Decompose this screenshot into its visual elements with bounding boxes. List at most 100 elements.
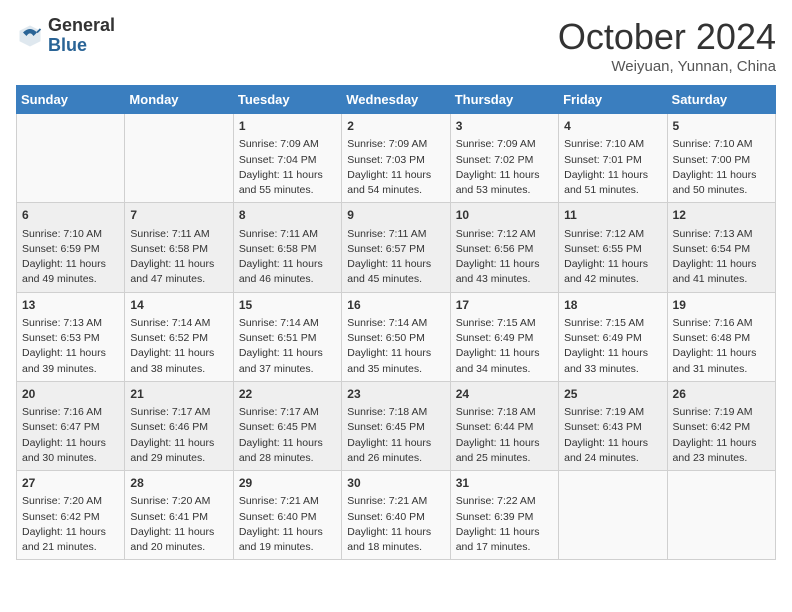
calendar-cell: 27 Sunrise: 7:20 AMSunset: 6:42 PMDayligh…	[17, 471, 125, 560]
calendar-cell: 23 Sunrise: 7:18 AMSunset: 6:45 PMDayligh…	[342, 381, 450, 470]
calendar-week-row: 27 Sunrise: 7:20 AMSunset: 6:42 PMDayligh…	[17, 471, 776, 560]
cell-sun-info: Sunrise: 7:19 AMSunset: 6:43 PMDaylight:…	[564, 405, 661, 466]
calendar-cell: 30 Sunrise: 7:21 AMSunset: 6:40 PMDayligh…	[342, 471, 450, 560]
calendar-cell: 12Sunrise: 7:13 AMSunset: 6:54 PMDayligh…	[667, 203, 775, 292]
cell-sun-info: Sunrise: 7:14 AMSunset: 6:51 PMDaylight:…	[239, 316, 336, 377]
logo: General Blue	[16, 16, 115, 56]
day-number: 14	[130, 297, 227, 314]
calendar-cell: 7Sunrise: 7:11 AMSunset: 6:58 PMDaylight…	[125, 203, 233, 292]
day-number: 12	[673, 207, 770, 224]
day-number: 26	[673, 386, 770, 403]
calendar-cell: 13Sunrise: 7:13 AMSunset: 6:53 PMDayligh…	[17, 292, 125, 381]
cell-sun-info: Sunrise: 7:12 AMSunset: 6:55 PMDaylight:…	[564, 227, 661, 288]
day-number: 25	[564, 386, 661, 403]
day-number: 30	[347, 475, 444, 492]
calendar-week-row: 20 Sunrise: 7:16 AMSunset: 6:47 PMDayligh…	[17, 381, 776, 470]
day-number: 6	[22, 207, 119, 224]
calendar-cell: 5 Sunrise: 7:10 AMSunset: 7:00 PMDaylight…	[667, 114, 775, 203]
cell-sun-info: Sunrise: 7:12 AMSunset: 6:56 PMDaylight:…	[456, 227, 553, 288]
cell-sun-info: Sunrise: 7:22 AMSunset: 6:39 PMDaylight:…	[456, 494, 553, 555]
cell-sun-info: Sunrise: 7:17 AMSunset: 6:45 PMDaylight:…	[239, 405, 336, 466]
calendar-cell: 16 Sunrise: 7:14 AMSunset: 6:50 PMDayligh…	[342, 292, 450, 381]
cell-sun-info: Sunrise: 7:09 AMSunset: 7:02 PMDaylight:…	[456, 137, 553, 198]
calendar-cell: 3 Sunrise: 7:09 AMSunset: 7:02 PMDaylight…	[450, 114, 558, 203]
col-header-thursday: Thursday	[450, 86, 558, 114]
cell-sun-info: Sunrise: 7:21 AMSunset: 6:40 PMDaylight:…	[347, 494, 444, 555]
cell-sun-info: Sunrise: 7:18 AMSunset: 6:44 PMDaylight:…	[456, 405, 553, 466]
cell-sun-info: Sunrise: 7:19 AMSunset: 6:42 PMDaylight:…	[673, 405, 770, 466]
day-number: 28	[130, 475, 227, 492]
logo-text: General Blue	[48, 16, 115, 56]
day-number: 10	[456, 207, 553, 224]
day-number: 2	[347, 118, 444, 135]
day-number: 20	[22, 386, 119, 403]
calendar-cell	[667, 471, 775, 560]
location: Weiyuan, Yunnan, China	[558, 58, 776, 75]
cell-sun-info: Sunrise: 7:16 AMSunset: 6:48 PMDaylight:…	[673, 316, 770, 377]
calendar-cell: 19 Sunrise: 7:16 AMSunset: 6:48 PMDayligh…	[667, 292, 775, 381]
day-number: 19	[673, 297, 770, 314]
day-number: 23	[347, 386, 444, 403]
calendar-cell: 14Sunrise: 7:14 AMSunset: 6:52 PMDayligh…	[125, 292, 233, 381]
day-number: 21	[130, 386, 227, 403]
cell-sun-info: Sunrise: 7:13 AMSunset: 6:53 PMDaylight:…	[22, 316, 119, 377]
calendar-cell: 10 Sunrise: 7:12 AMSunset: 6:56 PMDayligh…	[450, 203, 558, 292]
day-number: 18	[564, 297, 661, 314]
calendar-cell: 18 Sunrise: 7:15 AMSunset: 6:49 PMDayligh…	[559, 292, 667, 381]
cell-sun-info: Sunrise: 7:16 AMSunset: 6:47 PMDaylight:…	[22, 405, 119, 466]
title-block: October 2024 Weiyuan, Yunnan, China	[558, 16, 776, 75]
cell-sun-info: Sunrise: 7:14 AMSunset: 6:50 PMDaylight:…	[347, 316, 444, 377]
day-number: 15	[239, 297, 336, 314]
calendar-week-row: 13Sunrise: 7:13 AMSunset: 6:53 PMDayligh…	[17, 292, 776, 381]
month-title: October 2024	[558, 16, 776, 58]
calendar-cell: 25 Sunrise: 7:19 AMSunset: 6:43 PMDayligh…	[559, 381, 667, 470]
calendar-table: SundayMondayTuesdayWednesdayThursdayFrid…	[16, 85, 776, 560]
cell-sun-info: Sunrise: 7:10 AMSunset: 7:00 PMDaylight:…	[673, 137, 770, 198]
day-number: 31	[456, 475, 553, 492]
day-number: 1	[239, 118, 336, 135]
cell-sun-info: Sunrise: 7:20 AMSunset: 6:42 PMDaylight:…	[22, 494, 119, 555]
col-header-wednesday: Wednesday	[342, 86, 450, 114]
day-number: 11	[564, 207, 661, 224]
calendar-cell: 31 Sunrise: 7:22 AMSunset: 6:39 PMDayligh…	[450, 471, 558, 560]
calendar-cell: 15 Sunrise: 7:14 AMSunset: 6:51 PMDayligh…	[233, 292, 341, 381]
day-number: 16	[347, 297, 444, 314]
cell-sun-info: Sunrise: 7:11 AMSunset: 6:57 PMDaylight:…	[347, 227, 444, 288]
calendar-cell: 20 Sunrise: 7:16 AMSunset: 6:47 PMDayligh…	[17, 381, 125, 470]
day-number: 8	[239, 207, 336, 224]
cell-sun-info: Sunrise: 7:21 AMSunset: 6:40 PMDaylight:…	[239, 494, 336, 555]
col-header-tuesday: Tuesday	[233, 86, 341, 114]
day-number: 17	[456, 297, 553, 314]
day-number: 9	[347, 207, 444, 224]
calendar-cell: 24 Sunrise: 7:18 AMSunset: 6:44 PMDayligh…	[450, 381, 558, 470]
day-number: 24	[456, 386, 553, 403]
calendar-cell	[17, 114, 125, 203]
day-number: 22	[239, 386, 336, 403]
calendar-cell: 21Sunrise: 7:17 AMSunset: 6:46 PMDayligh…	[125, 381, 233, 470]
day-number: 29	[239, 475, 336, 492]
col-header-monday: Monday	[125, 86, 233, 114]
calendar-week-row: 6 Sunrise: 7:10 AMSunset: 6:59 PMDaylight…	[17, 203, 776, 292]
day-number: 3	[456, 118, 553, 135]
day-number: 4	[564, 118, 661, 135]
calendar-cell	[559, 471, 667, 560]
cell-sun-info: Sunrise: 7:15 AMSunset: 6:49 PMDaylight:…	[564, 316, 661, 377]
cell-sun-info: Sunrise: 7:15 AMSunset: 6:49 PMDaylight:…	[456, 316, 553, 377]
cell-sun-info: Sunrise: 7:10 AMSunset: 6:59 PMDaylight:…	[22, 227, 119, 288]
calendar-cell: 6 Sunrise: 7:10 AMSunset: 6:59 PMDaylight…	[17, 203, 125, 292]
cell-sun-info: Sunrise: 7:20 AMSunset: 6:41 PMDaylight:…	[130, 494, 227, 555]
calendar-week-row: 1 Sunrise: 7:09 AMSunset: 7:04 PMDaylight…	[17, 114, 776, 203]
cell-sun-info: Sunrise: 7:09 AMSunset: 7:03 PMDaylight:…	[347, 137, 444, 198]
calendar-cell: 11 Sunrise: 7:12 AMSunset: 6:55 PMDayligh…	[559, 203, 667, 292]
calendar-cell: 8Sunrise: 7:11 AMSunset: 6:58 PMDaylight…	[233, 203, 341, 292]
cell-sun-info: Sunrise: 7:18 AMSunset: 6:45 PMDaylight:…	[347, 405, 444, 466]
calendar-cell: 29 Sunrise: 7:21 AMSunset: 6:40 PMDayligh…	[233, 471, 341, 560]
cell-sun-info: Sunrise: 7:09 AMSunset: 7:04 PMDaylight:…	[239, 137, 336, 198]
calendar-cell: 1 Sunrise: 7:09 AMSunset: 7:04 PMDaylight…	[233, 114, 341, 203]
day-number: 5	[673, 118, 770, 135]
calendar-cell: 2 Sunrise: 7:09 AMSunset: 7:03 PMDaylight…	[342, 114, 450, 203]
calendar-header-row: SundayMondayTuesdayWednesdayThursdayFrid…	[17, 86, 776, 114]
day-number: 27	[22, 475, 119, 492]
generalblue-logo-icon	[16, 22, 44, 50]
cell-sun-info: Sunrise: 7:11 AMSunset: 6:58 PMDaylight:…	[130, 227, 227, 288]
